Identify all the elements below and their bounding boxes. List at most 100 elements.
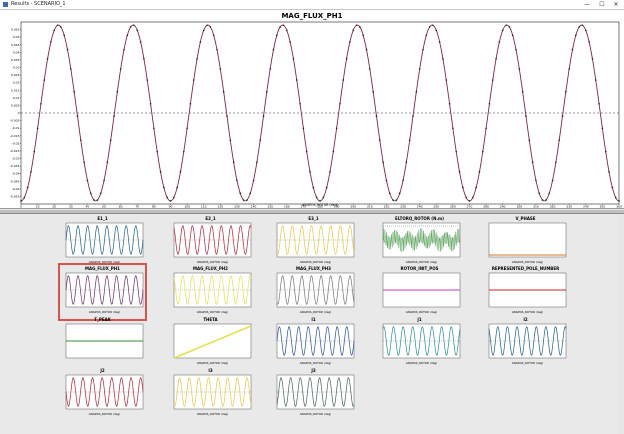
data-point — [176, 186, 178, 189]
data-point — [372, 90, 374, 93]
data-point — [485, 127, 487, 130]
thumbnail-j3[interactable]: J3 ANGPOS_ROTOR (deg) — [271, 367, 356, 421]
maximize-button[interactable]: ☐ — [595, 0, 609, 9]
data-point — [601, 127, 604, 130]
thumbnail-theta[interactable]: THETA ANGPOS_ROTOR (deg) — [168, 316, 253, 370]
data-point — [528, 139, 531, 141]
data-point — [146, 79, 149, 81]
thumbnail-mag-flux-ph3[interactable]: MAG_FLUX_PH3 ANGPOS_ROTOR (deg) — [271, 265, 356, 319]
data-point — [352, 29, 355, 32]
thumbnail-j2[interactable]: J2 ANGPOS_ROTOR (deg) — [60, 367, 145, 421]
data-point — [289, 41, 291, 43]
data-point — [206, 24, 208, 27]
thumbnail-mag-flux-ph1[interactable]: MAG_FLUX_PH1 ANGPOS_ROTOR (deg) — [58, 263, 147, 321]
x-tick-label: 260 — [450, 205, 456, 209]
data-point — [196, 58, 198, 60]
data-point — [133, 24, 135, 27]
x-tick-label: 150 — [267, 205, 273, 209]
data-point — [30, 171, 32, 173]
thumbnail-title: I2 — [523, 317, 527, 322]
data-point — [269, 68, 271, 70]
thumbnail-e3-1[interactable]: E3_1 ANGPOS_ROTOR (deg) — [271, 215, 356, 269]
thumbnail-title: MAG_FLUX_PH1 — [85, 266, 120, 271]
minimize-button[interactable]: — — [580, 0, 594, 9]
x-tick-label: 250 — [433, 205, 439, 209]
y-tick-label: -0.05 — [12, 187, 20, 191]
thumbnail-title: J2 — [99, 368, 104, 373]
data-point — [379, 139, 381, 141]
thumbnail-rotor-init-pos[interactable]: ROTOR_INIT_POS ANGPOS_ROTOR (deg) — [377, 265, 462, 319]
main-chart-panel[interactable]: MAG_FLUX_PH1 0.055 0.05 0.045 0.04 0.035 0.03… — [0, 10, 624, 209]
data-point — [558, 139, 560, 141]
main-chart-title: MAG_FLUX_PH1 — [281, 12, 342, 20]
data-point — [40, 103, 42, 105]
data-point — [481, 150, 484, 153]
thumbnail-j1[interactable]: J1 ANGPOS_ROTOR (deg) — [377, 316, 462, 370]
x-tick-label: 90 — [169, 205, 173, 209]
data-point — [239, 192, 242, 195]
data-point — [432, 24, 434, 27]
data-point — [262, 115, 265, 117]
thumbnail-represented-pole-number[interactable]: REPRESENTED_POLE_NUMBER ANGPOS_ROTOR (deg… — [483, 265, 568, 319]
y-tick-label: 0.01 — [13, 96, 20, 100]
x-tick-label: 80 — [152, 205, 156, 209]
x-tick-label: 270 — [467, 205, 473, 209]
data-point — [594, 79, 597, 81]
y-tick-label: 0.04 — [13, 50, 20, 54]
x-tick-label: 130 — [234, 205, 240, 209]
data-point — [156, 150, 159, 153]
data-point — [63, 34, 65, 37]
thumbnail-title: ELTORQ_ROTOR (N.m) — [395, 216, 444, 221]
data-point — [325, 186, 328, 189]
data-point — [226, 115, 228, 117]
thumbnail-v-phase[interactable]: V_PHASE ANGPOS_ROTOR (deg) — [483, 215, 568, 269]
x-tick-label: 110 — [201, 205, 207, 209]
thumbnail-eltorq-rotor-n-m[interactable]: ELTORQ_ROTOR (N.m) ANGPOS_ROTOR (deg) — [377, 215, 462, 269]
data-point — [319, 200, 321, 202]
data-point — [46, 58, 49, 60]
thumbnail-e1-1[interactable]: E1_1 ANGPOS_ROTOR (deg) — [60, 215, 145, 269]
data-point — [96, 199, 99, 201]
data-point — [123, 48, 125, 51]
thumbnail-e2-1[interactable]: E2_1 ANGPOS_ROTOR (deg) — [168, 215, 253, 269]
thumbnail-i2[interactable]: I2 ANGPOS_ROTOR (deg) — [483, 316, 568, 370]
data-point — [70, 68, 72, 70]
y-tick-label: -0.025 — [10, 149, 20, 153]
y-tick-label: 0.055 — [11, 28, 20, 32]
data-point — [448, 103, 451, 105]
data-point — [555, 161, 557, 163]
data-point — [43, 79, 46, 81]
data-point — [209, 26, 212, 28]
data-point — [282, 24, 285, 27]
x-tick-label: 40 — [86, 205, 90, 209]
data-point — [202, 29, 205, 32]
thumbnail-x-label: ANGPOS_ROTOR (deg) — [197, 260, 229, 264]
data-point — [508, 26, 511, 28]
data-point — [173, 196, 175, 199]
thumbnail-x-label: ANGPOS_ROTOR (deg) — [300, 260, 332, 264]
data-point — [618, 200, 620, 202]
y-tick-label: 0.025 — [11, 73, 20, 77]
data-point — [465, 196, 467, 199]
x-tick-label: 60 — [119, 205, 123, 209]
x-tick-label: 200 — [350, 205, 356, 209]
data-point — [455, 150, 458, 153]
thumbnail-x-label: ANGPOS_ROTOR (deg) — [406, 361, 438, 365]
close-button[interactable]: ✕ — [609, 0, 623, 9]
thumbnail-x-label: ANGPOS_ROTOR (deg) — [89, 412, 121, 416]
thumbnail-mag-flux-ph2[interactable]: MAG_FLUX_PH2 ANGPOS_ROTOR (deg) — [168, 265, 253, 319]
data-point — [272, 48, 275, 51]
data-point — [212, 34, 215, 37]
thumbnail-i1[interactable]: I1 ANGPOS_ROTOR (deg) — [271, 316, 356, 370]
thumbnail-t-peak[interactable]: T_PEAK — [60, 316, 145, 370]
x-axis-label: ANGPOS_ROTOR (deg) — [302, 203, 338, 207]
data-point — [159, 171, 162, 173]
data-point — [192, 79, 195, 81]
data-point — [309, 171, 311, 173]
data-point — [163, 186, 165, 189]
main-chart[interactable]: MAG_FLUX_PH1 0.055 0.05 0.045 0.04 0.035 0.03… — [0, 10, 624, 209]
vertical-scrollbar[interactable] — [618, 214, 624, 434]
thumbnail-i3[interactable]: I3 ANGPOS_ROTOR (deg) — [168, 367, 253, 421]
data-point — [295, 79, 298, 81]
data-point — [116, 90, 119, 93]
